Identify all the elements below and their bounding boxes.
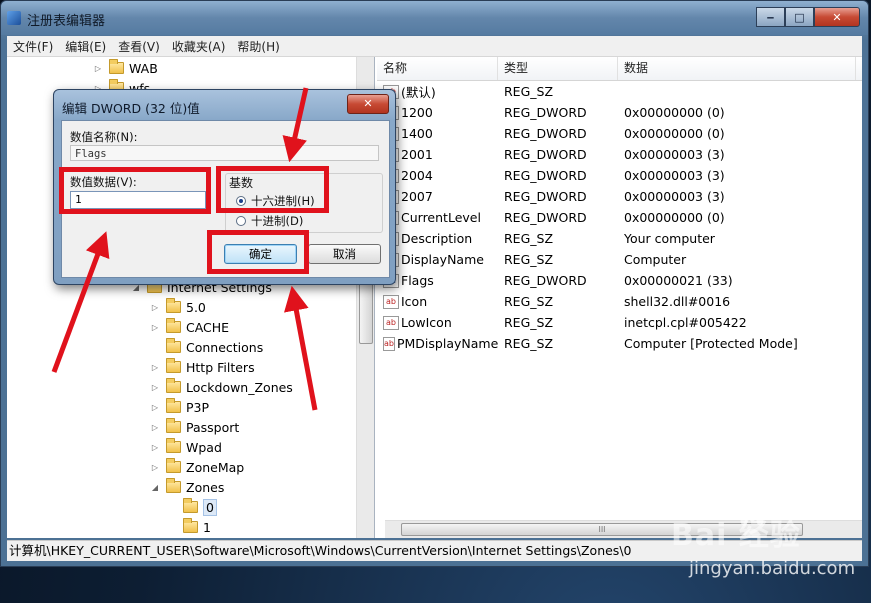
baidu-paw-icon <box>740 512 764 538</box>
arrow-to-base <box>282 87 309 163</box>
baidu-url: jingyan.baidu.com <box>689 558 856 579</box>
arrow-to-value-data <box>51 231 110 373</box>
arrow-to-ok <box>284 285 318 411</box>
baidu-jingyan-watermark: Bai 经验 jingyan.baidu.com <box>671 510 861 590</box>
baidu-logo: Bai 经验 <box>671 518 801 553</box>
